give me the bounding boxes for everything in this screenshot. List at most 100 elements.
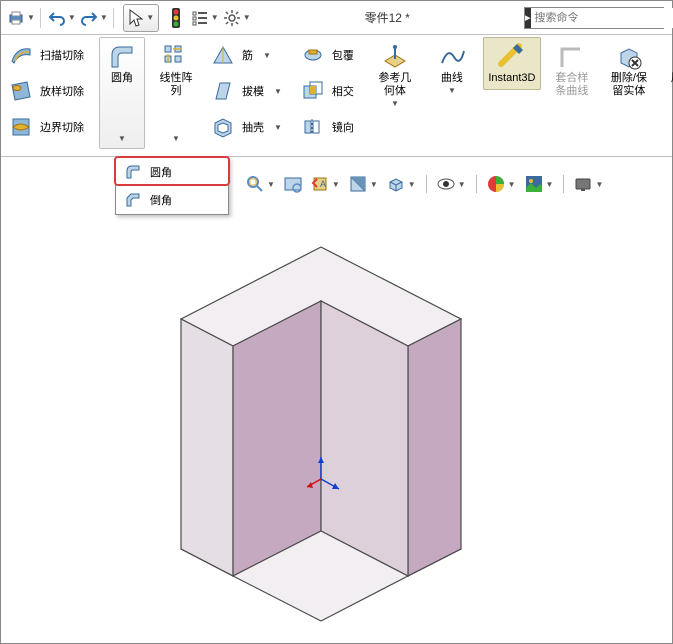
chevron-down-icon[interactable]: ▼	[595, 180, 603, 189]
chevron-down-icon[interactable]: ▼	[370, 180, 378, 189]
svg-text:A: A	[320, 179, 326, 189]
chevron-down-icon: ▼	[263, 51, 271, 60]
linear-pattern-button[interactable]: 线性阵 列 ▼	[153, 37, 199, 149]
view-orientation-icon[interactable]	[384, 172, 408, 196]
zoom-fit-icon[interactable]	[243, 172, 267, 196]
chevron-down-icon[interactable]: ▼	[68, 13, 76, 22]
shell-label: 抽壳	[242, 119, 264, 135]
chamfer-menu-label: 倒角	[150, 192, 172, 208]
chamfer-menu-item[interactable]: 倒角	[116, 186, 228, 214]
separator	[113, 8, 114, 28]
rib-icon	[210, 42, 236, 68]
previous-view-icon[interactable]: A	[308, 172, 332, 196]
draft-label: 拔模	[242, 83, 264, 99]
fillet-menu-label: 圆角	[150, 164, 172, 180]
chevron-down-icon: ▼	[118, 134, 126, 144]
lip-groove-button[interactable]: 唇缘/凹 槽	[663, 37, 673, 103]
rib-label: 筋	[242, 47, 253, 63]
fillet-icon	[107, 42, 137, 72]
composite-icon	[557, 42, 587, 72]
document-title: 零件12 *	[251, 9, 524, 26]
heads-up-view-toolbar: ▼ A ▼ ▼ ▼ ▼ ▼ ▼ ▼	[243, 171, 606, 197]
mirror-button[interactable]: 镜向	[297, 109, 361, 145]
chevron-down-icon: ▼	[448, 86, 456, 96]
fillet-dropdown-menu: 圆角 倒角	[115, 157, 229, 215]
chevron-down-icon[interactable]: ▼	[267, 180, 275, 189]
print-icon[interactable]	[5, 7, 27, 29]
chevron-down-icon[interactable]: ▼	[546, 180, 554, 189]
composite-label: 套合样 条曲线	[555, 72, 588, 98]
zoom-area-icon[interactable]	[281, 172, 305, 196]
chevron-down-icon[interactable]: ▼	[408, 180, 416, 189]
display-style-icon[interactable]	[434, 172, 458, 196]
instant3d-label: Instant3D	[488, 72, 535, 85]
chevron-down-icon[interactable]: ▼	[211, 13, 219, 22]
boundary-cut-button[interactable]: 边界切除	[5, 109, 91, 145]
command-search[interactable]: ▸	[524, 7, 664, 29]
chevron-down-icon: ▼	[172, 134, 180, 144]
mirror-label: 镜向	[332, 119, 354, 135]
fillet-icon	[124, 163, 142, 181]
delete-body-icon	[614, 42, 644, 72]
draft-button[interactable]: 拔模 ▼	[207, 73, 289, 109]
chevron-down-icon[interactable]: ▼	[508, 180, 516, 189]
wrap-label: 包覆	[332, 47, 354, 63]
lofted-cut-icon	[8, 78, 34, 104]
separator	[426, 175, 427, 193]
undo-icon[interactable]	[46, 7, 68, 29]
separator	[476, 175, 477, 193]
pattern-icon	[161, 42, 191, 72]
fillet-menu-item[interactable]: 圆角	[116, 158, 228, 186]
search-input[interactable]	[531, 8, 673, 28]
chevron-down-icon: ▼	[391, 99, 399, 109]
traffic-light-icon[interactable]	[165, 7, 187, 29]
list-icon[interactable]	[189, 7, 211, 29]
curves-label: 曲线	[441, 72, 463, 85]
chevron-down-icon[interactable]: ▼	[458, 180, 466, 189]
render-icon[interactable]	[571, 172, 595, 196]
boundary-cut-label: 边界切除	[40, 119, 84, 135]
redo-icon[interactable]	[78, 7, 100, 29]
chevron-down-icon[interactable]: ▼	[100, 13, 108, 22]
swept-cut-icon	[8, 42, 34, 68]
chevron-down-icon: ▼	[274, 123, 282, 132]
graphics-viewport[interactable]	[1, 159, 672, 643]
boundary-cut-icon	[8, 114, 34, 140]
intersect-button[interactable]: 相交	[297, 73, 361, 109]
intersect-icon	[300, 78, 326, 104]
intersect-label: 相交	[332, 83, 354, 99]
draft-icon	[210, 78, 236, 104]
delete-keep-body-button[interactable]: 删除/保 留实体	[603, 37, 655, 103]
lofted-cut-button[interactable]: 放样切除	[5, 73, 91, 109]
pattern-label: 线性阵 列	[160, 72, 193, 98]
refgeom-icon	[380, 42, 410, 72]
chevron-down-icon[interactable]: ▼	[243, 13, 251, 22]
gear-icon[interactable]	[221, 7, 243, 29]
separator	[40, 8, 41, 28]
shell-button[interactable]: 抽壳 ▼	[207, 109, 289, 145]
appearance-icon[interactable]	[484, 172, 508, 196]
refgeom-label: 参考几 何体	[378, 72, 411, 98]
wrap-button[interactable]: 包覆	[297, 37, 361, 73]
fillet-label: 圆角	[111, 72, 133, 85]
rib-button[interactable]: 筋 ▼	[207, 37, 289, 73]
chamfer-icon	[124, 191, 142, 209]
instant3d-icon	[497, 42, 527, 72]
lofted-cut-label: 放样切除	[40, 83, 84, 99]
wrap-icon	[300, 42, 326, 68]
section-view-icon[interactable]	[346, 172, 370, 196]
reference-geometry-button[interactable]: 参考几 何体 ▼	[369, 37, 421, 114]
fillet-button[interactable]: 圆角 ▼	[99, 37, 145, 149]
curves-icon	[437, 42, 467, 72]
composite-curve-button: 套合样 条曲线	[549, 37, 595, 103]
swept-cut-button[interactable]: 扫描切除	[5, 37, 91, 73]
model-3d	[1, 159, 672, 643]
swept-cut-label: 扫描切除	[40, 47, 84, 63]
chevron-down-icon[interactable]: ▼	[27, 13, 35, 22]
chevron-down-icon: ▼	[274, 87, 282, 96]
select-tool[interactable]: ▼	[123, 4, 159, 32]
chevron-down-icon[interactable]: ▼	[332, 180, 340, 189]
instant3d-button[interactable]: Instant3D	[483, 37, 541, 90]
curves-button[interactable]: 曲线 ▼	[429, 37, 475, 101]
scene-icon[interactable]	[522, 172, 546, 196]
